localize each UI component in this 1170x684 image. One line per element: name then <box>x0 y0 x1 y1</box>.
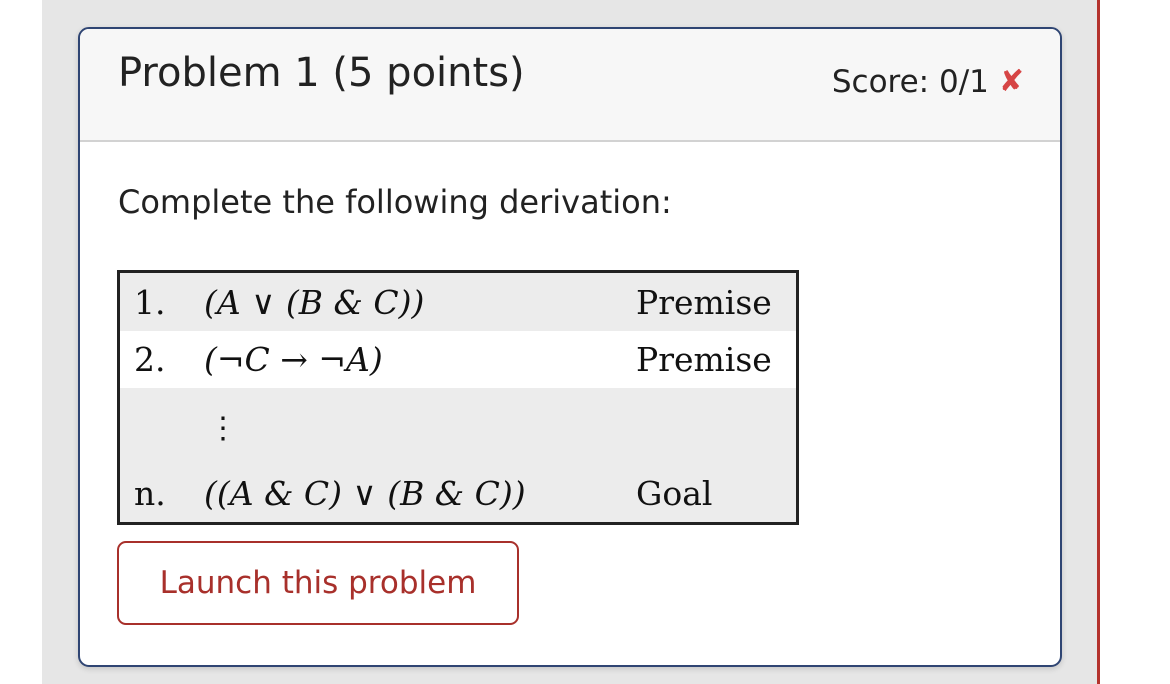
line-formula: ((A & C) ∨ (B & C)) <box>204 474 526 513</box>
line-formula: (¬C → ¬A) <box>204 340 383 379</box>
vertical-ellipsis: ⋮ <box>208 411 238 446</box>
score-display: Score: 0/1 ✘ <box>832 62 1024 102</box>
problem-title: Problem 1 (5 points) <box>118 50 525 96</box>
line-justification: Goal <box>636 474 713 513</box>
launch-problem-button[interactable]: Launch this problem <box>117 541 519 625</box>
line-number: 2. <box>134 340 166 379</box>
score-label: Score: 0/1 <box>831 64 989 100</box>
line-number: n. <box>134 474 166 513</box>
line-justification <box>628 388 798 465</box>
line-number: 1. <box>134 282 166 322</box>
problem-prompt: Complete the following derivation: <box>118 183 672 221</box>
table-row: 2. (¬C → ¬A) Premise <box>118 331 798 388</box>
line-justification: Premise <box>636 282 772 322</box>
line-formula: (A ∨ (B & C)) <box>204 282 425 322</box>
table-row: n. ((A & C) ∨ (B & C)) Goal <box>118 465 798 524</box>
table-row: 1. (A ∨ (B & C)) Premise <box>118 271 798 331</box>
right-border-rule <box>1097 0 1100 684</box>
problem-card: Problem 1 (5 points) Score: 0/1 ✘ Comple… <box>78 27 1062 667</box>
table-row: ⋮ <box>118 388 798 465</box>
card-header: Problem 1 (5 points) Score: 0/1 ✘ <box>80 29 1060 142</box>
line-formula: ⋮ <box>204 388 628 465</box>
line-justification: Premise <box>636 340 772 379</box>
derivation-table: 1. (A ∨ (B & C)) Premise 2. (¬C → ¬A) Pr… <box>117 270 799 525</box>
cross-icon: ✘ <box>998 64 1024 99</box>
line-number <box>119 388 205 465</box>
